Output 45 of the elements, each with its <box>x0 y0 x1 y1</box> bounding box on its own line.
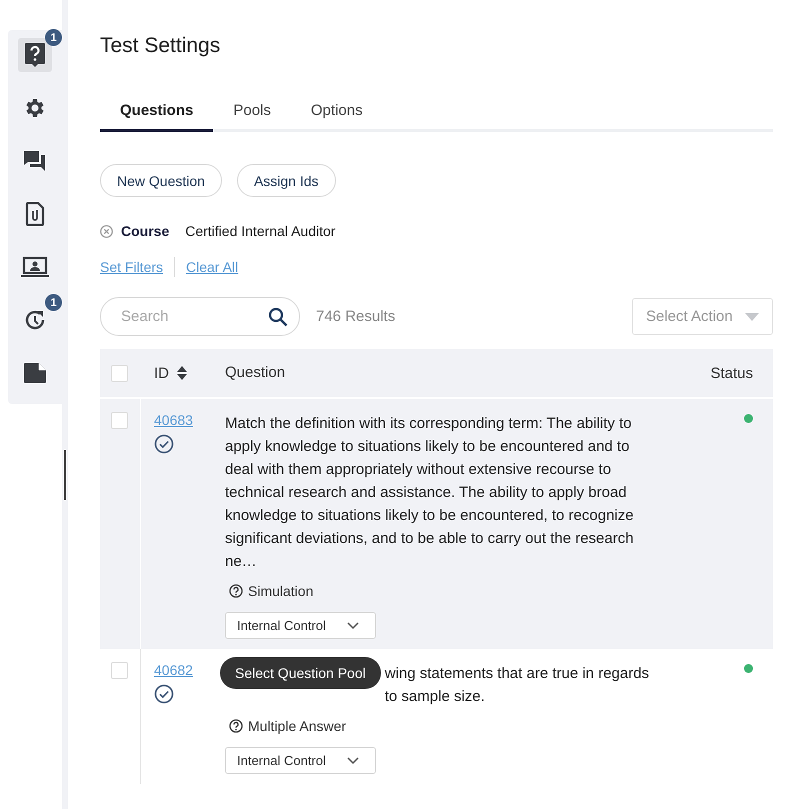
table-row[interactable] <box>100 399 773 649</box>
column-header: Question <box>225 364 286 381</box>
note-icon <box>23 362 47 384</box>
table-row[interactable]: 40682 Select Question Pool wing statements that are true in regards to sample size. Multiple Answer Internal Control <box>100 649 773 784</box>
row-checkbox[interactable] <box>111 412 128 429</box>
action-button[interactable]: Assign Ids <box>236 164 336 197</box>
pool-dropdown[interactable]: Internal Control <box>225 747 376 774</box>
help-circle-icon <box>229 584 243 598</box>
filter-name: Course <box>121 223 170 239</box>
tab[interactable]: Questions <box>100 102 214 132</box>
tab[interactable]: Options <box>290 102 383 132</box>
column-header: Status <box>710 364 753 382</box>
help-icon <box>24 42 46 68</box>
laptop-person-icon <box>21 256 49 278</box>
question-type: Multiple Answer <box>248 718 346 734</box>
search-icon[interactable] <box>268 307 288 327</box>
page-title: Test Settings <box>100 34 222 58</box>
question-text: wing statements that are true in regards to sample size. <box>384 664 650 707</box>
caret-icon <box>745 312 759 320</box>
search-field[interactable]: Search <box>100 297 300 336</box>
help-circle-icon <box>229 719 243 733</box>
sidebar-item[interactable] <box>18 38 52 72</box>
results-count: 746 Results <box>316 308 396 325</box>
select-all-checkbox[interactable] <box>111 364 128 382</box>
pool-dropdown[interactable]: Internal Control <box>225 612 376 639</box>
filter-value: Certified Internal Auditor <box>185 223 336 239</box>
resize-handle[interactable] <box>64 450 66 500</box>
attachment-file-icon <box>25 202 45 226</box>
clock-icon <box>23 308 47 332</box>
action-button[interactable]: New Question <box>100 164 222 197</box>
column-header[interactable]: ID <box>154 364 169 382</box>
notification-badge: 1 <box>45 294 62 311</box>
question-type: Simulation <box>248 583 314 599</box>
notification-badge: 1 <box>45 29 62 46</box>
chevron-down-icon <box>347 756 359 764</box>
sort-icon[interactable] <box>177 366 187 380</box>
row-checkbox[interactable] <box>111 662 128 679</box>
check-circle-icon <box>154 684 174 704</box>
remove-filter-icon[interactable] <box>100 224 113 238</box>
question-text: Match the definition with its corresponding term: The ability to apply knowledge to situations likely to be encountered and to deal with them appropriately without extensive recourse to technical research and assistance. The ability to apply broad knowledge to situations likely to be encountered, to recognize significant deviations, and to be able to carry out the research ne… <box>225 414 635 572</box>
chevron-down-icon <box>347 622 359 630</box>
tooltip: Select Question Pool <box>220 657 381 689</box>
chat-icon <box>23 149 47 173</box>
tab[interactable]: Pools <box>213 102 291 132</box>
check-circle-icon <box>154 434 174 454</box>
